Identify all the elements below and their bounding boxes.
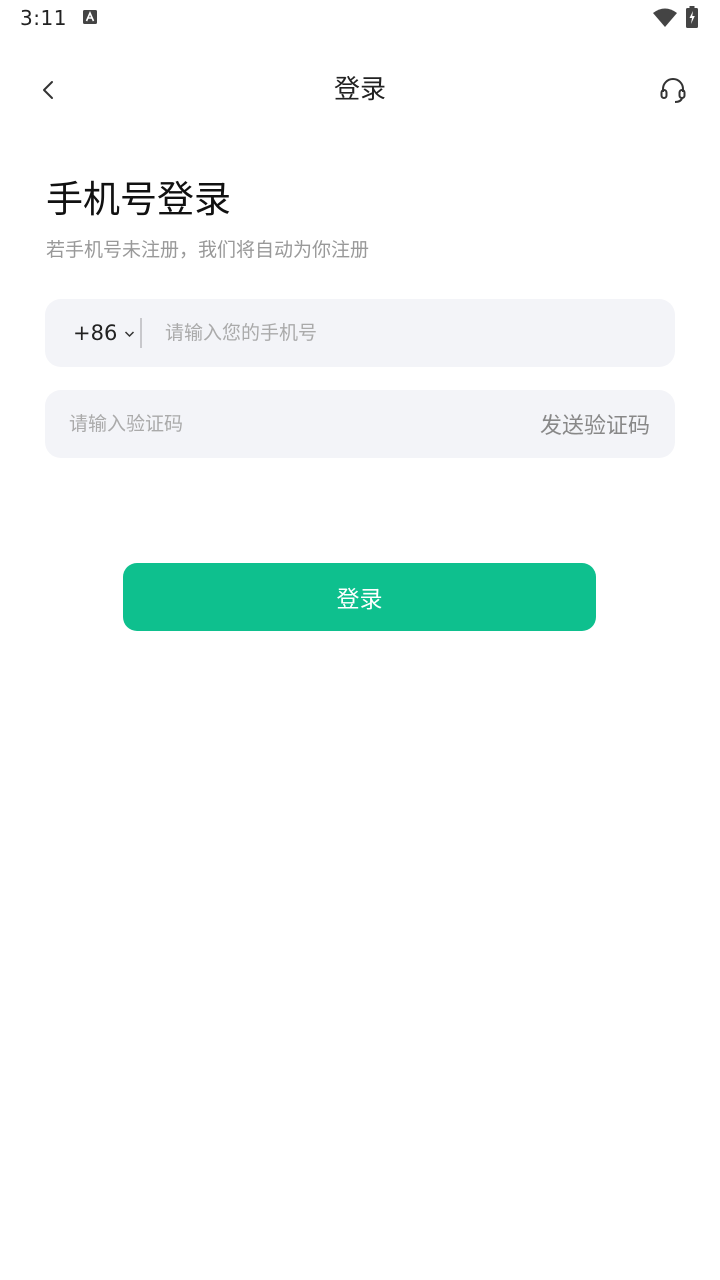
verification-code-field: 发送验证码 (45, 390, 675, 458)
verification-code-input[interactable] (69, 390, 489, 458)
wifi-icon (653, 8, 677, 27)
country-code-label: +86 (73, 321, 118, 345)
customer-support-button[interactable] (652, 70, 694, 110)
login-button[interactable]: 登录 (123, 563, 596, 631)
country-code-selector[interactable]: +86 (73, 299, 135, 367)
nav-bar: 登录 (0, 56, 720, 124)
country-code-divider (140, 318, 142, 348)
chevron-down-icon (125, 331, 135, 338)
status-bar: 3:11 (0, 0, 720, 36)
login-subheading: 若手机号未注册，我们将自动为你注册 (46, 239, 370, 261)
battery-charging-icon (686, 6, 698, 28)
page-title: 登录 (333, 75, 386, 105)
send-code-button[interactable]: 发送验证码 (540, 390, 650, 458)
a-notification-icon (83, 10, 97, 24)
status-time: 3:11 (20, 6, 67, 30)
phone-field: +86 (45, 299, 675, 367)
login-heading: 手机号登录 (46, 178, 231, 221)
phone-input[interactable] (165, 299, 645, 367)
headset-icon (660, 78, 686, 103)
